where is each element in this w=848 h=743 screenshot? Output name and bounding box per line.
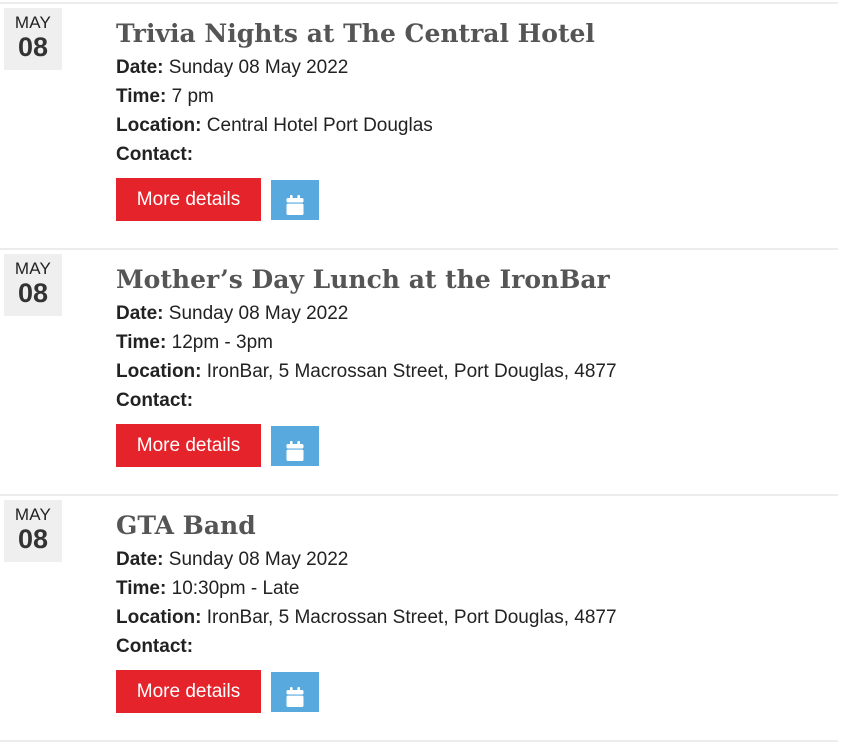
date-badge: MAY 08 — [4, 500, 62, 562]
date-badge: MAY 08 — [4, 254, 62, 316]
date-value: Sunday 08 May 2022 — [168, 303, 349, 324]
event-time: Time: 12pm - 3pm — [116, 331, 273, 355]
date-day: 08 — [17, 278, 49, 308]
event-title[interactable]: Trivia Nights at The Central Hotel — [116, 16, 595, 52]
event-contact: Contact: — [116, 635, 193, 659]
event-item: MAY 08 Trivia Nights at The Central Hote… — [0, 2, 838, 248]
contact-label: Contact: — [116, 390, 194, 411]
date-month: MAY — [14, 259, 52, 278]
time-value: 12pm - 3pm — [171, 332, 273, 353]
event-location: Location: IronBar, 5 Macrossan Street, P… — [116, 360, 617, 384]
calendar-icon — [286, 194, 304, 215]
add-to-calendar-button[interactable] — [271, 672, 319, 712]
time-value: 7 pm — [171, 86, 214, 107]
date-label: Date: — [116, 549, 164, 570]
event-list: MAY 08 Trivia Nights at The Central Hote… — [0, 0, 848, 743]
location-value: IronBar, 5 Macrossan Street, Port Dougla… — [206, 361, 617, 382]
more-details-button[interactable]: More details — [116, 670, 261, 713]
event-title[interactable]: GTA Band — [116, 508, 256, 544]
date-badge: MAY 08 — [4, 8, 62, 70]
time-label: Time: — [116, 578, 167, 599]
event-date: Date: Sunday 08 May 2022 — [116, 548, 348, 572]
date-label: Date: — [116, 57, 164, 78]
time-value: 10:30pm - Late — [171, 578, 300, 599]
more-details-button[interactable]: More details — [116, 178, 261, 221]
date-label: Date: — [116, 303, 164, 324]
event-title[interactable]: Mother’s Day Lunch at the IronBar — [116, 262, 610, 298]
calendar-icon — [286, 686, 304, 707]
date-day: 08 — [17, 524, 49, 554]
calendar-icon — [286, 440, 304, 461]
more-details-button[interactable]: More details — [116, 424, 261, 467]
contact-label: Contact: — [116, 144, 194, 165]
date-month: MAY — [14, 505, 52, 524]
add-to-calendar-button[interactable] — [271, 426, 319, 466]
event-date: Date: Sunday 08 May 2022 — [116, 56, 348, 80]
event-time: Time: 7 pm — [116, 85, 214, 109]
list-divider — [0, 740, 838, 742]
location-label: Location: — [116, 607, 202, 628]
date-day: 08 — [17, 32, 49, 62]
location-label: Location: — [116, 115, 202, 136]
event-time: Time: 10:30pm - Late — [116, 577, 299, 601]
contact-label: Contact: — [116, 636, 194, 657]
event-location: Location: Central Hotel Port Douglas — [116, 114, 433, 138]
date-value: Sunday 08 May 2022 — [168, 57, 349, 78]
event-location: Location: IronBar, 5 Macrossan Street, P… — [116, 606, 617, 630]
date-value: Sunday 08 May 2022 — [168, 549, 349, 570]
date-month: MAY — [14, 13, 52, 32]
time-label: Time: — [116, 332, 167, 353]
event-contact: Contact: — [116, 143, 193, 167]
location-value: IronBar, 5 Macrossan Street, Port Dougla… — [206, 607, 617, 628]
event-date: Date: Sunday 08 May 2022 — [116, 302, 348, 326]
event-item: MAY 08 Mother’s Day Lunch at the IronBar… — [0, 248, 838, 494]
event-item: MAY 08 GTA Band Date: Sunday 08 May 2022… — [0, 494, 838, 740]
location-value: Central Hotel Port Douglas — [206, 115, 433, 136]
location-label: Location: — [116, 361, 202, 382]
add-to-calendar-button[interactable] — [271, 180, 319, 220]
time-label: Time: — [116, 86, 167, 107]
event-contact: Contact: — [116, 389, 193, 413]
